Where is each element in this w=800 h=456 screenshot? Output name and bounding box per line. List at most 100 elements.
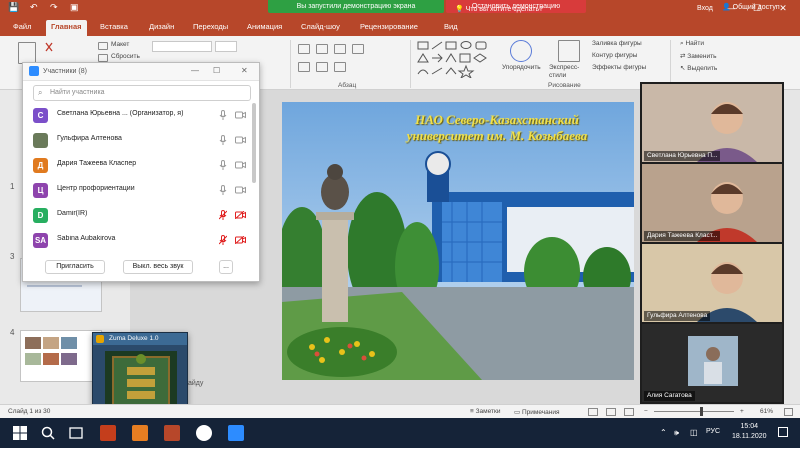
minimize-panel-icon[interactable]: — [191, 66, 199, 75]
tab-5[interactable]: Анимация [242, 20, 287, 36]
video-tile[interactable]: Дария Тажеева Класт... [642, 164, 782, 242]
participant-row[interactable]: С Светлана Юрьевна ... (Организатор, я) [33, 105, 257, 125]
video-tile[interactable]: Алия Сагатова [642, 324, 782, 402]
align-center-icon[interactable] [316, 44, 328, 54]
shape-fill-button[interactable]: Заливка фигуры [592, 40, 642, 47]
clock[interactable]: 15:04 18.11.2020 [732, 422, 767, 442]
paste-icon[interactable] [18, 42, 36, 64]
current-slide[interactable]: НАО Северо-Казахстанский университет им.… [282, 102, 634, 380]
powerpoint-taskbar-icon[interactable] [100, 425, 116, 441]
justify-icon[interactable] [352, 44, 364, 54]
video-icon[interactable] [235, 161, 246, 169]
video-tile[interactable]: Гульфира Алтенова [642, 244, 782, 322]
bullets-icon[interactable] [298, 62, 310, 72]
more-options-button[interactable]: ... [219, 260, 233, 274]
participant-search-input[interactable]: ⌕ Найти участника [33, 85, 251, 101]
notes-placeholder[interactable]: айду [188, 380, 203, 387]
tab-2[interactable]: Вставка [95, 20, 133, 36]
align-right-icon[interactable] [334, 44, 346, 54]
sign-in-link[interactable]: Вход [697, 5, 713, 12]
layout-icon[interactable] [98, 42, 108, 50]
arrange-icon[interactable] [510, 40, 532, 62]
quick-styles-button[interactable]: Экспресс-стили [549, 64, 589, 80]
search-icon[interactable] [40, 425, 56, 441]
redo-icon[interactable]: ↷ [50, 2, 58, 13]
video-icon[interactable] [235, 136, 246, 144]
select-button[interactable]: ↖ Выделить [680, 64, 717, 72]
comments-button[interactable]: ▭ Примечания [514, 408, 559, 416]
participants-header[interactable]: Участники (8) — ☐ ✕ [23, 63, 259, 81]
zoom-out-icon[interactable]: − [644, 408, 648, 415]
find-button[interactable]: ⌕ Найти [680, 40, 704, 48]
participant-list-scrollbar[interactable] [252, 103, 256, 183]
start-slideshow-icon[interactable]: ▣ [70, 2, 79, 13]
font-name-box[interactable] [152, 41, 212, 52]
tab-1[interactable]: Главная [46, 20, 87, 36]
zoom-slider-thumb[interactable] [700, 407, 703, 416]
columns-icon[interactable] [334, 62, 346, 72]
quick-styles-icon[interactable] [558, 40, 580, 62]
shape-effects-button[interactable]: Эффекты фигуры [592, 64, 646, 71]
tab-3[interactable]: Дизайн [144, 20, 179, 36]
mic-icon[interactable] [219, 135, 227, 145]
popout-panel-icon[interactable]: ☐ [213, 66, 220, 75]
arrange-button[interactable]: Упорядочить [502, 64, 541, 71]
participant-row[interactable]: D Damir(IR) [33, 205, 257, 225]
numbering-icon[interactable] [316, 62, 328, 72]
tab-8[interactable]: Вид [439, 20, 463, 36]
slide-thumbnail-4[interactable] [20, 330, 102, 382]
task-view-icon[interactable] [68, 425, 84, 441]
mute-all-button[interactable]: Выкл. весь звук [123, 260, 193, 274]
reset-button[interactable]: Сбросить [111, 53, 140, 60]
tell-me-box[interactable]: 💡 Что вы хотите сделать? [455, 5, 543, 13]
invite-button[interactable]: Пригласить [45, 260, 105, 274]
mic-icon[interactable] [219, 110, 227, 120]
zoom-taskbar-icon[interactable] [228, 425, 244, 441]
participant-row[interactable]: Гульфира Алтенова [33, 130, 257, 150]
tab-0[interactable]: Файл [8, 20, 36, 36]
layout-button[interactable]: Макет [111, 41, 129, 48]
notes-button[interactable]: ≡ Заметки [470, 408, 500, 415]
shape-outline-button[interactable]: Контур фигуры [592, 52, 637, 59]
yandex-browser-icon[interactable] [196, 425, 212, 441]
video-off-icon[interactable] [235, 211, 246, 219]
align-left-icon[interactable] [298, 44, 310, 54]
network-icon[interactable]: ◫ [690, 428, 698, 437]
close-panel-icon[interactable]: ✕ [241, 66, 248, 75]
volume-icon[interactable]: 🕪 [674, 428, 679, 438]
font-size-box[interactable] [215, 41, 237, 52]
mic-muted-icon[interactable] [219, 210, 227, 220]
language-indicator[interactable]: РУС [706, 428, 720, 435]
mic-muted-icon[interactable] [219, 235, 227, 245]
shapes-gallery[interactable] [416, 40, 500, 78]
notifications-icon[interactable] [778, 427, 788, 437]
undo-icon[interactable]: ↶ [30, 2, 38, 13]
video-icon[interactable] [235, 186, 246, 194]
zoom-level[interactable]: 61% [760, 408, 773, 415]
participant-row[interactable]: Д Дария Тажеева Класпер [33, 155, 257, 175]
mic-icon[interactable] [219, 160, 227, 170]
tab-6[interactable]: Слайд-шоу [296, 20, 345, 36]
slide-sorter-icon[interactable] [606, 408, 616, 416]
save-icon[interactable]: 💾 [8, 2, 19, 13]
tray-chevron-icon[interactable]: ⌃ [660, 428, 667, 437]
participant-row[interactable]: SA Sabina Aubakirova [33, 230, 257, 250]
share-button[interactable]: 👤 Общий доступ [722, 3, 780, 11]
windows-start-icon[interactable] [12, 425, 28, 441]
mic-icon[interactable] [219, 185, 227, 195]
tab-7[interactable]: Рецензирование [355, 20, 423, 36]
cut-icon[interactable] [44, 42, 54, 52]
reading-view-icon[interactable] [624, 408, 634, 416]
normal-view-icon[interactable] [588, 408, 598, 416]
tab-4[interactable]: Переходы [188, 20, 233, 36]
video-off-icon[interactable] [235, 236, 246, 244]
replace-button[interactable]: ⇄ Заменить [680, 52, 716, 60]
powerpoint-taskbar-icon-2[interactable] [164, 425, 180, 441]
reset-icon[interactable] [98, 54, 108, 62]
video-tile[interactable]: Светлана Юрьевна П... [642, 84, 782, 162]
zoom-slider[interactable] [654, 411, 734, 412]
participant-row[interactable]: Ц Центр профориентации [33, 180, 257, 200]
zuma-taskbar-icon[interactable] [132, 425, 148, 441]
video-icon[interactable] [235, 111, 246, 119]
fit-to-window-icon[interactable] [784, 408, 793, 416]
